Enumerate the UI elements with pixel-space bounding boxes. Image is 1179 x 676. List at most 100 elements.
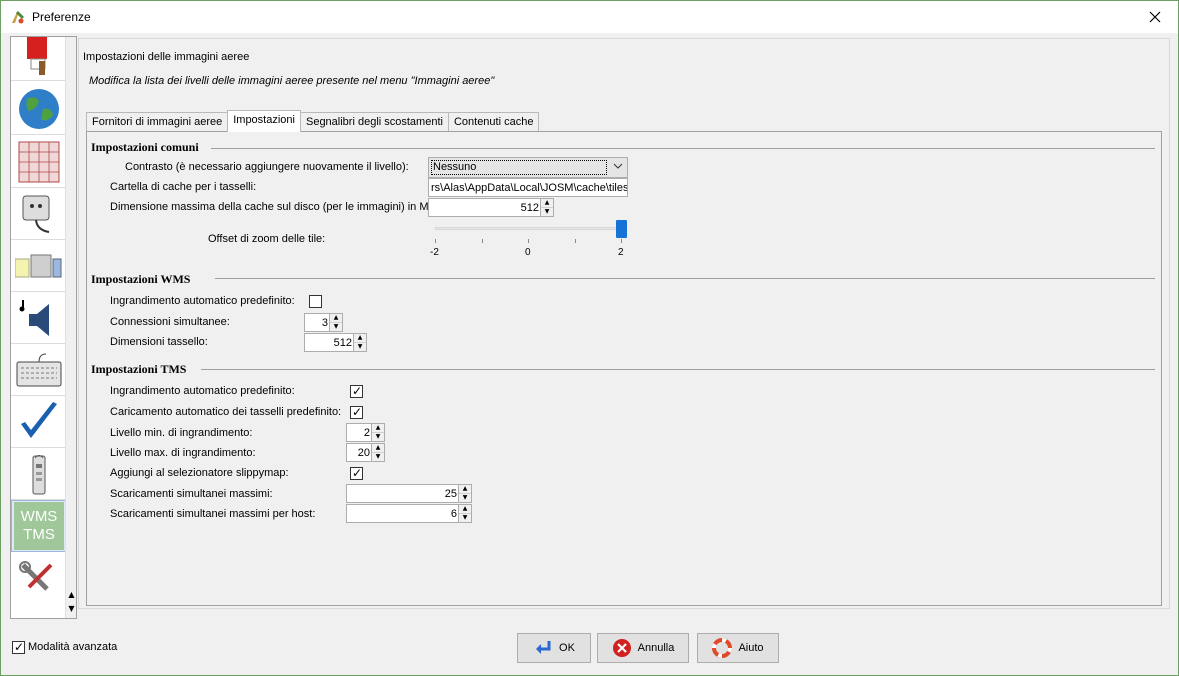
decrement-icon[interactable]: ▼ (372, 432, 384, 441)
section-title-common: Impostazioni comuni (91, 140, 199, 154)
slider-track (435, 227, 623, 230)
increment-icon[interactable]: ▲ (372, 424, 384, 433)
cache-dir-input[interactable]: rs\Alas\AppData\Local\JOSM\cache\tiles (428, 178, 628, 197)
wms-autozoom-checkbox[interactable] (309, 295, 322, 308)
sidebar-item-remote-control[interactable] (11, 448, 67, 500)
slider-tick-label: -2 (430, 247, 439, 258)
help-button[interactable]: Aiuto (697, 633, 779, 663)
slider-tick-label: 2 (618, 247, 624, 258)
tms-autozoom-checkbox[interactable]: ✓ (350, 384, 363, 398)
section-divider (201, 369, 1155, 370)
folder-icon (15, 254, 62, 277)
preferences-sidebar: WMS TMS ▲ ▼ (10, 36, 77, 619)
section-divider (211, 148, 1155, 149)
sidebar-item-plugins[interactable] (11, 553, 67, 605)
ok-button[interactable]: OK (517, 633, 591, 663)
section-divider (215, 278, 1155, 279)
decrement-icon[interactable]: ▼ (459, 493, 471, 502)
increment-icon[interactable]: ▲ (372, 444, 384, 453)
panel-heading: Impostazioni delle immagini aeree (83, 51, 250, 63)
close-icon (1149, 11, 1161, 23)
preferences-window: Preferenze WMS TMS ▲ ▼ Impostazioni dell… (0, 0, 1179, 676)
sidebar-item-projection[interactable] (11, 136, 67, 188)
close-window-button[interactable] (1132, 1, 1178, 33)
scroll-down-icon[interactable]: ▼ (67, 603, 76, 615)
section-title-wms: Impostazioni WMS (91, 272, 191, 286)
josm-app-icon (10, 9, 26, 25)
tms-min-zoom-spinner[interactable]: 2 ▲ ▼ (346, 423, 385, 442)
zoom-offset-label: Offset di zoom delle tile: (208, 233, 326, 245)
tools-icon (19, 561, 53, 591)
advanced-mode-label: Modalità avanzata (28, 641, 118, 653)
advanced-mode-checkbox[interactable]: ✓ (12, 640, 25, 654)
decrement-icon[interactable]: ▼ (330, 322, 342, 331)
increment-icon[interactable]: ▲ (541, 199, 553, 208)
tab-cache-contents[interactable]: Contenuti cache (447, 112, 540, 132)
window-title: Preferenze (32, 10, 91, 24)
slider-tick (482, 239, 483, 243)
tms-max-downloads-spinner[interactable]: 25 ▲ ▼ (346, 484, 472, 503)
sidebar-item-display[interactable] (11, 37, 67, 81)
imagery-tabs: Fornitori di immagini aeree Impostazioni… (86, 110, 540, 132)
tms-autoload-label: Caricamento automatico dei tasselli pred… (110, 406, 342, 418)
tms-min-zoom-label: Livello min. di ingrandimento: (110, 427, 253, 439)
panel-description: Modifica la lista dei livelli delle imma… (89, 75, 495, 87)
tms-max-zoom-value: 20 (357, 447, 370, 459)
slider-thumb[interactable] (616, 220, 627, 238)
tms-slippymap-label: Aggiungi al selezionatore slippymap: (110, 467, 289, 479)
tab-providers[interactable]: Fornitori di immagini aeree (86, 112, 229, 132)
wms-autozoom-label: Ingrandimento automatico predefinito: (110, 295, 295, 307)
plug-icon (22, 195, 50, 233)
map-grid-icon (18, 141, 60, 182)
tms-max-downloads-value: 25 (444, 488, 457, 500)
contrast-select[interactable]: Nessuno (428, 157, 628, 178)
sidebar-item-validator[interactable] (11, 396, 67, 448)
tms-autoload-checkbox[interactable]: ✓ (350, 405, 363, 419)
sidebar-item-connection[interactable] (11, 188, 67, 240)
cancel-button[interactable]: Annulla (597, 633, 689, 663)
wms-connections-value: 3 (321, 317, 328, 329)
tab-settings[interactable]: Impostazioni (227, 110, 301, 132)
speaker-icon (19, 299, 49, 336)
title-bar: Preferenze (1, 1, 1178, 33)
tms-max-downloads-label: Scaricamenti simultanei massimi: (110, 488, 273, 500)
tms-slippymap-checkbox[interactable]: ✓ (350, 466, 363, 480)
wms-connections-label: Connessioni simultanee: (110, 316, 230, 328)
increment-icon[interactable]: ▲ (330, 314, 342, 323)
decrement-icon[interactable]: ▼ (541, 207, 553, 216)
wms-tile-size-value: 512 (333, 337, 352, 349)
wms-connections-spinner[interactable]: 3 ▲ ▼ (304, 313, 343, 332)
tms-max-zoom-spinner[interactable]: 20 ▲ ▼ (346, 443, 385, 462)
wms-tile-size-label: Dimensioni tassello: (110, 336, 208, 348)
sidebar-item-imagery[interactable]: WMS TMS (11, 500, 67, 552)
help-button-label: Aiuto (738, 642, 764, 654)
tms-max-downloads-host-spinner[interactable]: 6 ▲ ▼ (346, 504, 472, 523)
decrement-icon[interactable]: ▼ (372, 452, 384, 461)
increment-icon[interactable]: ▲ (354, 334, 366, 343)
sidebar-scrollbar[interactable]: ▲ ▼ (65, 37, 76, 618)
sidebar-item-shortcuts[interactable] (11, 344, 67, 396)
cancel-icon (612, 639, 631, 657)
scroll-up-icon[interactable]: ▲ (67, 589, 76, 601)
paint-bucket-icon (27, 37, 47, 75)
remote-control-icon (32, 454, 46, 494)
increment-icon[interactable]: ▲ (459, 505, 471, 514)
tms-max-zoom-label: Livello max. di ingrandimento: (110, 447, 256, 459)
return-arrow-icon (536, 641, 551, 654)
cache-dir-label: Cartella di cache per i tasselli: (110, 181, 257, 193)
decrement-icon[interactable]: ▼ (354, 342, 366, 351)
sidebar-item-data[interactable] (11, 240, 67, 292)
cache-size-label: Dimensione massima della cache sul disco… (110, 201, 439, 213)
cache-size-spinner[interactable]: 512 ▲ ▼ (428, 198, 554, 217)
sidebar-item-audio[interactable] (11, 292, 67, 344)
decrement-icon[interactable]: ▼ (459, 513, 471, 522)
tab-offset-bookmarks[interactable]: Segnalibri degli scostamenti (299, 112, 449, 132)
slider-tick (435, 239, 436, 243)
increment-icon[interactable]: ▲ (459, 485, 471, 494)
cancel-button-label: Annulla (637, 642, 675, 654)
keyboard-icon (16, 353, 62, 386)
sidebar-item-map[interactable] (11, 83, 67, 135)
imagery-preferences-panel: Impostazioni delle immagini aeree Modifi… (78, 38, 1170, 609)
wms-tile-size-spinner[interactable]: 512 ▲ ▼ (304, 333, 367, 352)
contrast-selected-value: Nessuno (431, 160, 607, 175)
